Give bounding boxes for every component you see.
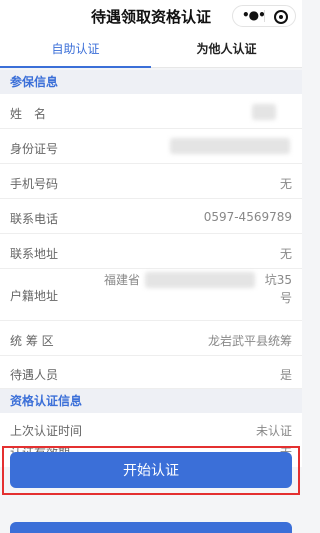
- row-contact-address: 联系地址 无: [0, 234, 302, 269]
- redacted-id-number: [170, 138, 290, 154]
- row-name: 姓 名: [0, 94, 302, 129]
- target-circle-icon[interactable]: [274, 10, 288, 24]
- bottom-button-strip: [10, 522, 292, 533]
- tab-self-certification[interactable]: 自助认证: [0, 32, 151, 68]
- row-value-line2: 号: [279, 291, 292, 305]
- tab-bar: 自助认证 为他人认证: [0, 32, 302, 68]
- row-label: 联系电话: [10, 212, 59, 226]
- row-id-number: 身份证号: [0, 129, 302, 164]
- row-label: 联系地址: [10, 247, 59, 261]
- start-certification-button[interactable]: 开始认证: [10, 452, 292, 488]
- row-value-start: 福建省: [104, 273, 141, 287]
- row-label: 姓 名: [10, 107, 47, 121]
- row-label: 统 筹 区: [10, 334, 54, 348]
- section-header-insured-info: 参保信息: [0, 70, 302, 94]
- row-value: 龙岩武平县统筹: [207, 334, 292, 348]
- row-value-end: 坑35: [264, 273, 292, 287]
- row-phone: 联系电话 0597-4569789: [0, 199, 302, 234]
- row-benefit-recipient: 待遇人员 是: [0, 356, 302, 389]
- row-value: 无: [279, 177, 292, 191]
- section-header-certification-info: 资格认证信息: [0, 389, 302, 413]
- redacted-address: [145, 272, 255, 288]
- row-label: 待遇人员: [10, 368, 59, 382]
- row-value: 0597-4569789: [203, 210, 292, 224]
- title-bar: 待遇领取资格认证 •●•: [0, 0, 302, 32]
- row-label: 手机号码: [10, 177, 59, 191]
- more-dots-icon[interactable]: •●•: [242, 8, 266, 22]
- row-label: 户籍地址: [10, 289, 59, 303]
- row-coordination-area: 统 筹 区 龙岩武平县统筹: [0, 321, 302, 356]
- row-household-address: 户籍地址 福建省 坑35 号: [0, 269, 302, 321]
- mini-program-capsule: •●•: [232, 5, 296, 27]
- tab-certify-for-others[interactable]: 为他人认证: [151, 32, 302, 68]
- row-mobile: 手机号码 无: [0, 164, 302, 199]
- redacted-name: [252, 104, 276, 120]
- row-value: 是: [279, 368, 292, 382]
- row-value: 无: [279, 247, 292, 261]
- row-label: 身份证号: [10, 142, 59, 156]
- capsule-divider: [264, 10, 265, 22]
